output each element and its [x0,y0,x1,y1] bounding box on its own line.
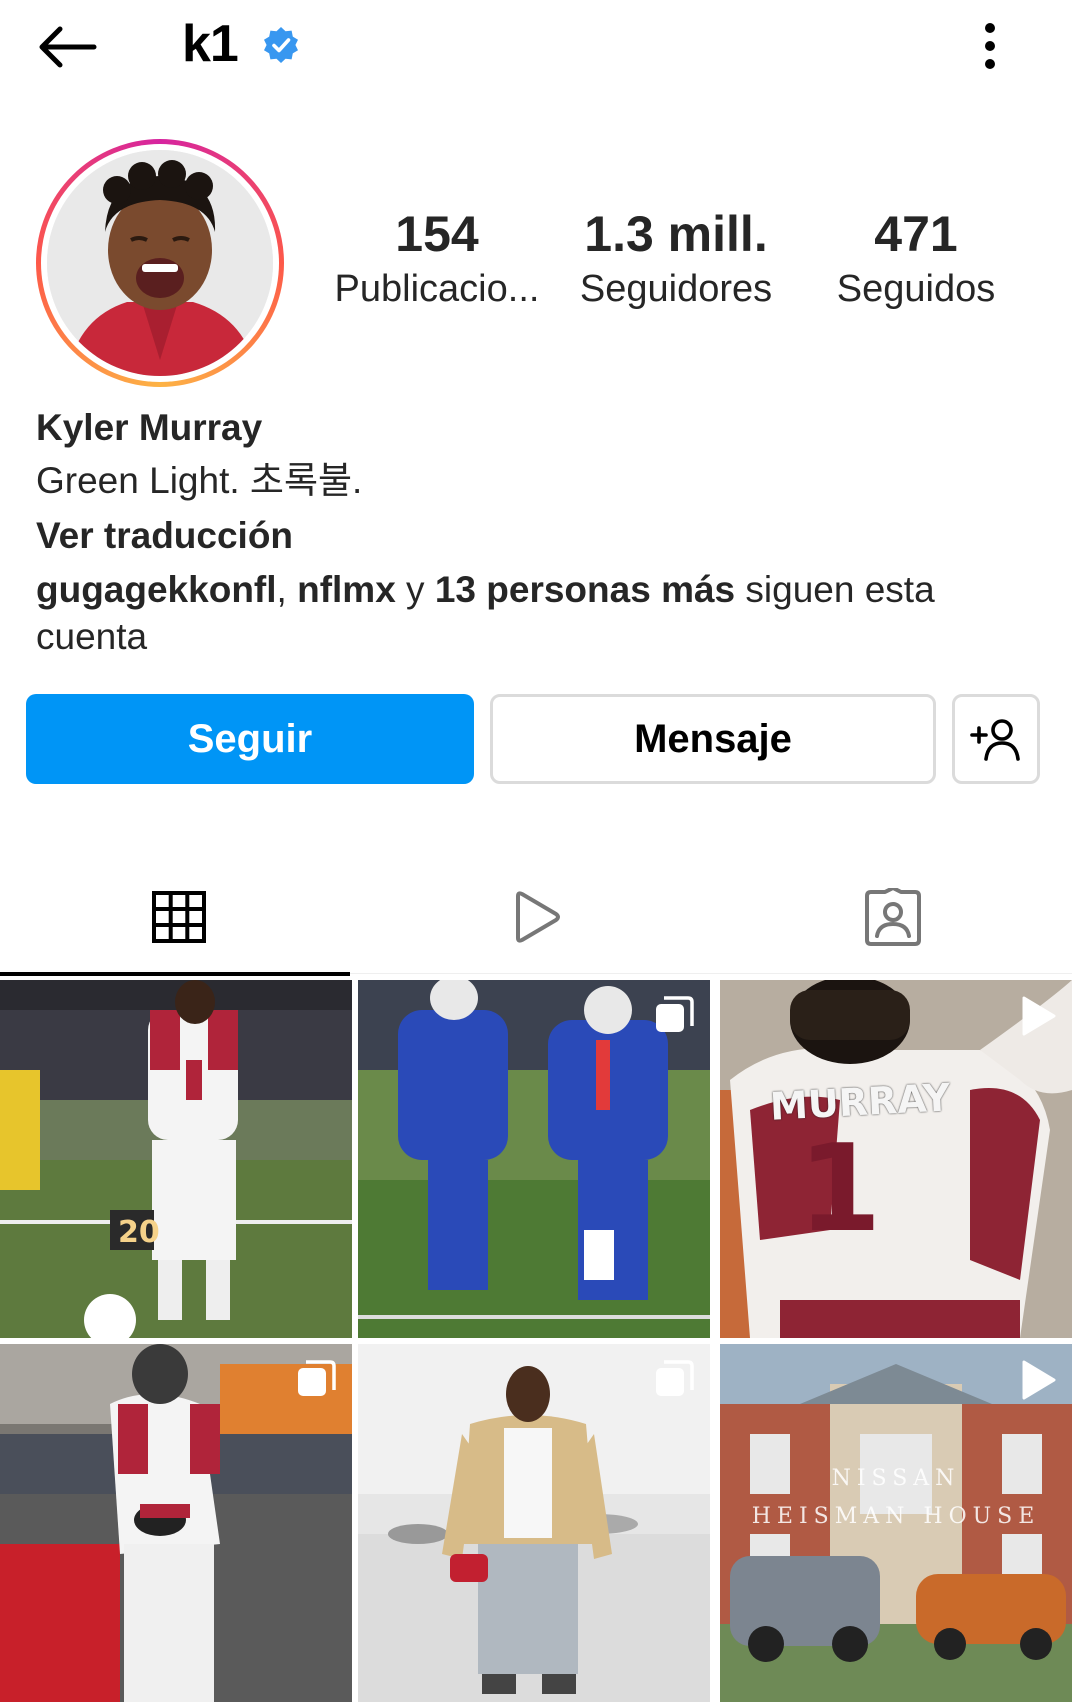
post-overlay-line-1: NISSAN [831,1466,961,1491]
stat-posts-count: 154 [395,206,479,262]
grid-icon [151,891,206,943]
followed-by-text[interactable]: gugagekkonfl, nflmx y 13 personas más si… [36,566,1036,660]
tab-reels[interactable] [357,860,714,974]
stat-followers[interactable]: 1.3 mill. Seguidores [566,206,786,311]
avatar [47,150,273,376]
post-image: 20 [0,980,352,1338]
followed-by-user-2[interactable]: nflmx [297,569,396,610]
post-tile[interactable]: 20 [0,980,352,1338]
tagged-person-icon [864,888,921,946]
stat-following[interactable]: 471 Seguidos [806,206,1026,311]
profile-tabs [0,860,1072,976]
play-icon [1022,996,1056,1036]
more-options-button[interactable] [970,20,1010,72]
stat-following-label: Seguidos [836,268,996,310]
add-person-icon [970,719,1020,761]
post-tile[interactable] [358,980,710,1338]
stat-followers-count: 1.3 mill. [584,206,768,262]
follow-button[interactable]: Seguir [26,694,474,784]
followed-by-user-1[interactable]: gugagekkonfl [36,569,277,610]
post-overlay-line-2: HEISMAN HOUSE [751,1504,1041,1529]
carousel-icon [656,996,694,1032]
profile-username: k1 [182,15,239,73]
jersey-number-text: 1 [798,1120,882,1259]
svg-text:20: 20 [118,1215,160,1250]
tab-tagged[interactable] [714,860,1071,974]
back-button[interactable] [34,22,100,72]
profile-bio: Green Light. 초록불. [36,460,363,501]
carousel-icon [656,1360,694,1396]
post-tile[interactable] [358,1344,710,1702]
post-tile[interactable]: NISSAN HEISMAN HOUSE [720,1344,1072,1702]
stat-posts[interactable]: 154 Publicacio... [327,206,547,311]
profile-full-name: Kyler Murray [36,407,263,448]
message-button[interactable]: Mensaje [490,694,936,784]
carousel-icon [298,1360,336,1396]
followed-by-others[interactable]: 13 personas más [435,569,735,610]
stat-followers-label: Seguidores [579,268,773,310]
stat-following-count: 471 [874,206,958,262]
stat-posts-label: Publicacio... [334,268,540,310]
post-tile[interactable] [0,1344,352,1702]
see-translation-link[interactable]: Ver traducción [36,513,1036,559]
post-tile[interactable]: MURRAY 1 [720,980,1072,1338]
vertical-dots-icon [985,23,995,69]
verified-badge-icon [262,26,300,64]
top-bar: k1 [0,0,1072,92]
active-tab-indicator [0,972,350,976]
play-icon [515,891,560,943]
avatar-story-ring[interactable] [36,139,284,387]
play-icon [1022,1360,1056,1400]
arrow-left-icon [39,26,97,68]
tab-posts[interactable] [0,860,357,976]
suggested-accounts-button[interactable] [952,694,1040,784]
